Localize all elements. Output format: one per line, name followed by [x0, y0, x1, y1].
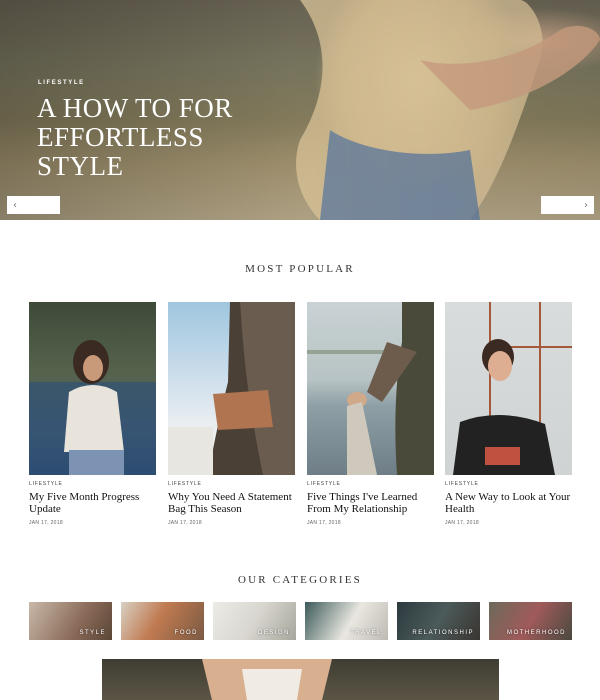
category-tile-relationship[interactable]: RELATIONSHIP: [397, 602, 480, 640]
post-date: JAN 17, 2018: [168, 520, 202, 526]
category-tile-motherhood[interactable]: MOTHERHOOD: [489, 602, 572, 640]
post-card[interactable]: LIFESTYLE Why You Need A Statement Bag T…: [168, 302, 295, 526]
post-category[interactable]: LIFESTYLE: [168, 481, 295, 487]
hero-category[interactable]: LIFESTYLE: [38, 80, 85, 86]
post-category[interactable]: LIFESTYLE: [307, 481, 434, 487]
category-tile-food[interactable]: FOOD: [121, 602, 204, 640]
hero-slider[interactable]: LIFESTYLE A HOW TO FOR EFFORTLESS STYLE …: [0, 0, 600, 220]
hero-prev-button[interactable]: ‹: [7, 196, 60, 214]
post-title[interactable]: A New Way to Look at Your Health: [445, 491, 572, 515]
post-category[interactable]: LIFESTYLE: [29, 481, 156, 487]
hero-title[interactable]: A HOW TO FOR EFFORTLESS STYLE: [37, 94, 277, 181]
category-tile-travel[interactable]: TRAVEL: [305, 602, 388, 640]
post-image[interactable]: [168, 302, 295, 475]
hero-next-button[interactable]: ›: [541, 196, 594, 214]
post-image[interactable]: [445, 302, 572, 475]
category-label[interactable]: RELATIONSHIP: [412, 630, 480, 640]
category-label[interactable]: FOOD: [175, 630, 204, 640]
featured-image[interactable]: [102, 659, 499, 700]
post-image[interactable]: [29, 302, 156, 475]
category-label[interactable]: STYLE: [79, 630, 112, 640]
our-categories-heading: OUR CATEGORIES: [238, 574, 362, 586]
post-category[interactable]: LIFESTYLE: [445, 481, 572, 487]
chevron-left-icon: ‹: [13, 199, 17, 211]
category-label[interactable]: TRAVEL: [350, 630, 388, 640]
post-date: JAN 17, 2018: [29, 520, 63, 526]
post-image[interactable]: [307, 302, 434, 475]
post-date: JAN 17, 2018: [307, 520, 341, 526]
chevron-right-icon: ›: [584, 199, 588, 211]
post-card[interactable]: LIFESTYLE My Five Month Progress Update …: [29, 302, 156, 526]
most-popular-heading: MOST POPULAR: [245, 263, 355, 275]
category-label[interactable]: MOTHERHOOD: [507, 630, 572, 640]
post-card[interactable]: LIFESTYLE A New Way to Look at Your Heal…: [445, 302, 572, 526]
post-date: JAN 17, 2018: [445, 520, 479, 526]
post-title[interactable]: Five Things I've Learned From My Relatio…: [307, 491, 434, 515]
post-title[interactable]: Why You Need A Statement Bag This Season: [168, 491, 295, 515]
post-title[interactable]: My Five Month Progress Update: [29, 491, 156, 515]
category-tile-style[interactable]: STYLE: [29, 602, 112, 640]
category-label[interactable]: DESIGN: [258, 630, 296, 640]
category-tile-design[interactable]: DESIGN: [213, 602, 296, 640]
post-card[interactable]: LIFESTYLE Five Things I've Learned From …: [307, 302, 434, 526]
